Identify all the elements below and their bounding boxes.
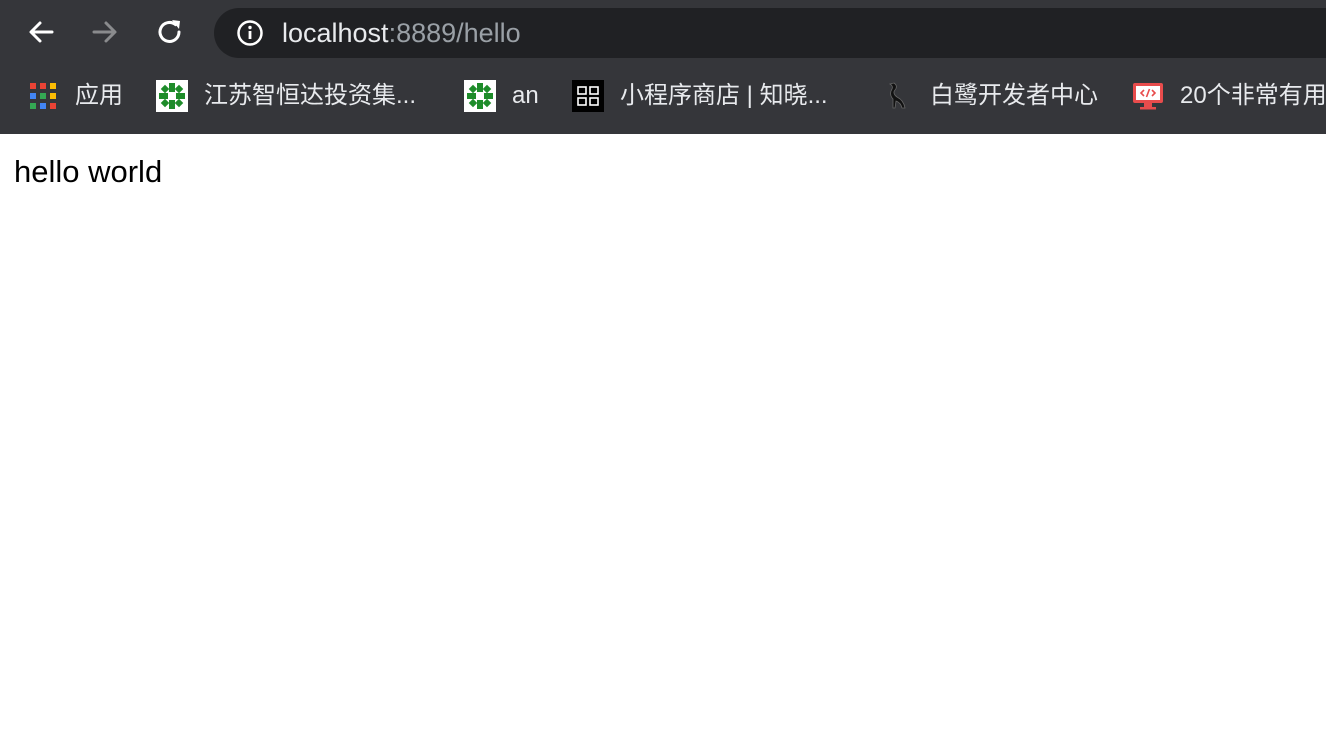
bookmark-jiangsu[interactable]: 江苏智恒达投资集... (156, 64, 416, 128)
bookmark-label: 江苏智恒达投资集... (204, 82, 417, 109)
forward-button[interactable] (85, 12, 125, 52)
egret-bird-icon (888, 82, 906, 109)
address-bar[interactable]: localhost:8889/hello (214, 8, 1326, 58)
page-content: hello world (0, 134, 1326, 736)
arrow-right-icon (92, 21, 117, 43)
bookmark-an[interactable]: an (464, 64, 539, 128)
bookmark-label: an (512, 82, 539, 109)
url-text[interactable]: localhost:8889/hello (282, 8, 521, 58)
url-path: :8889/hello (388, 18, 521, 48)
bookmark-egret[interactable]: 白鹭开发者中心 (882, 64, 1098, 128)
url-host: localhost (282, 18, 389, 48)
bookmarks-bar: 应用 江苏智恒达投资集... an 小程序商店 | 知晓... 白鹭开发者中心 … (0, 64, 1326, 134)
back-button[interactable] (21, 12, 61, 52)
reload-button[interactable] (150, 12, 190, 52)
arrow-left-icon (29, 21, 54, 43)
reload-icon (158, 20, 181, 43)
green-favicon-icon (156, 80, 188, 112)
browser-toolbar: localhost:8889/hello (0, 0, 1326, 64)
bookmark-label: 20个非常有用 (1180, 82, 1326, 109)
bookmark-20-useful[interactable]: 20个非常有用 (1132, 64, 1326, 128)
bookmark-apps[interactable]: 应用 (27, 64, 123, 128)
bookmark-label: 小程序商店 | 知晓... (620, 82, 828, 109)
green-favicon-icon (464, 80, 496, 112)
bookmark-miniprogram-store[interactable]: 小程序商店 | 知晓... (572, 64, 828, 128)
page-body-text: hello world (14, 154, 163, 189)
bookmark-label: 应用 (75, 82, 123, 109)
code-monitor-icon (1133, 83, 1163, 110)
browser-chrome: localhost:8889/hello 应用 江苏智恒达投资集... an 小… (0, 0, 1326, 134)
bookmark-label: 白鹭开发者中心 (930, 82, 1098, 109)
apps-grid-icon (30, 83, 56, 109)
info-icon[interactable] (236, 19, 264, 47)
zhixiao-favicon-icon (572, 80, 604, 112)
